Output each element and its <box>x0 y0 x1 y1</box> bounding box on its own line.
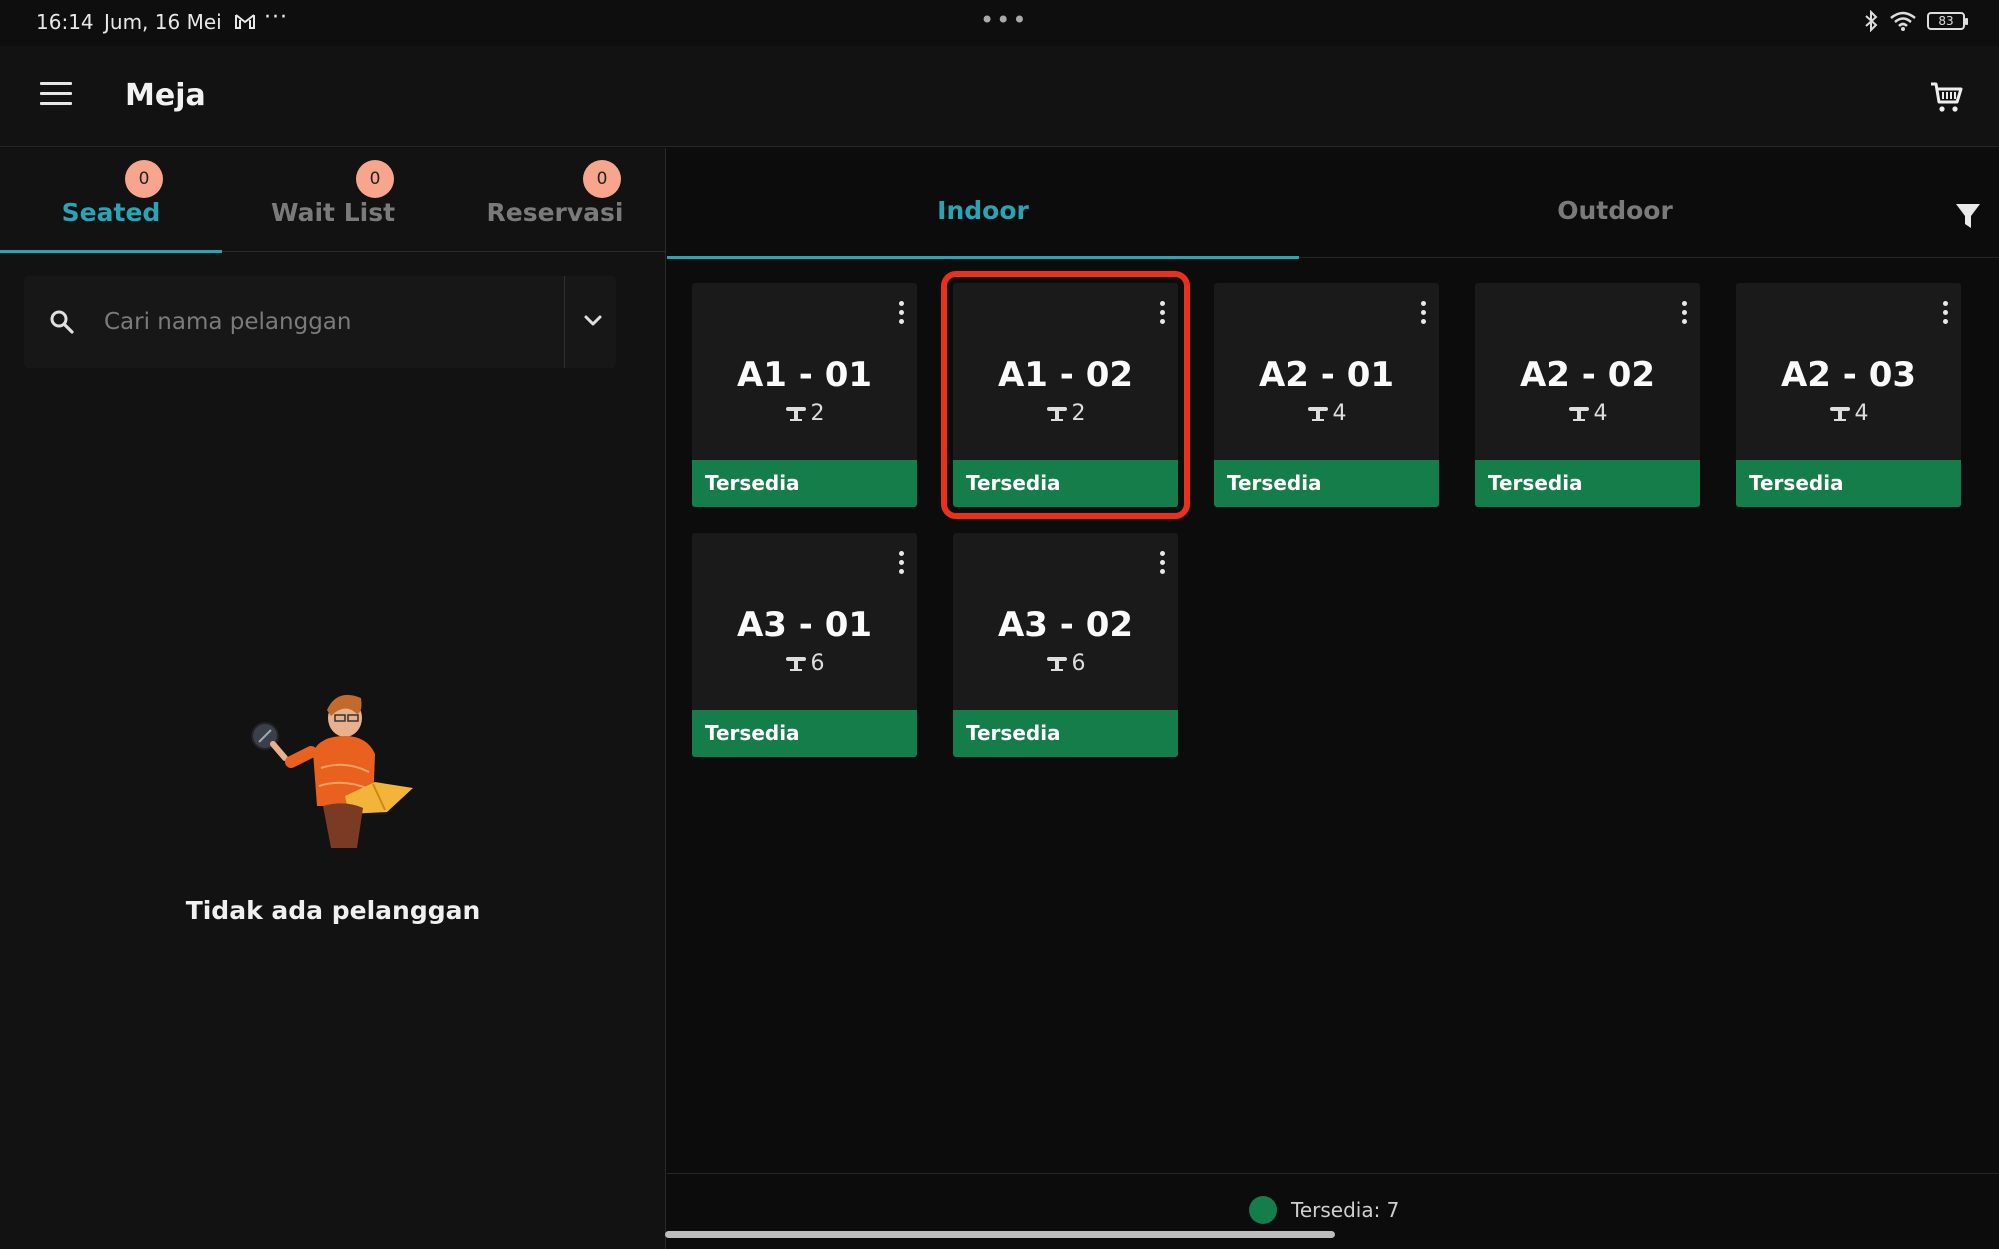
tab-seated[interactable]: 0 Seated <box>0 148 222 253</box>
table-card[interactable]: A2 - 01 4 Tersedia <box>1214 283 1439 507</box>
wait-list-count-badge: 0 <box>356 160 394 198</box>
status-badge: Tersedia <box>1736 460 1961 507</box>
tab-indoor-label: Indoor <box>937 196 1029 225</box>
area-tabs: Indoor Outdoor <box>667 148 1999 259</box>
bluetooth-icon <box>1865 10 1878 32</box>
table-name: A2 - 01 <box>1258 355 1395 395</box>
table-seats: 4 <box>1475 401 1700 426</box>
status-badge: Tersedia <box>692 710 917 757</box>
table-name: A3 - 01 <box>736 605 873 645</box>
table-name: A3 - 02 <box>997 605 1134 645</box>
table-seats: 4 <box>1736 401 1961 426</box>
table-icon <box>1307 406 1328 421</box>
table-name: A2 - 03 <box>1780 355 1917 395</box>
tab-outdoor[interactable]: Outdoor <box>1299 148 1931 258</box>
status-date: Jum, 16 Mei <box>104 10 222 34</box>
status-badge: Tersedia <box>692 460 917 507</box>
status-badge: Tersedia <box>953 710 1178 757</box>
table-icon <box>1568 406 1589 421</box>
more-options-icon[interactable] <box>1158 301 1166 329</box>
tab-seated-label: Seated <box>61 198 161 227</box>
table-name: A1 - 01 <box>736 355 873 395</box>
more-options-icon[interactable] <box>1941 301 1949 329</box>
table-panel: Indoor Outdoor A1 - 01 2 Tersedia A1 - 0… <box>667 148 1999 1249</box>
seated-count-badge: 0 <box>125 160 163 198</box>
hamburger-line <box>40 92 72 95</box>
reservasi-count-badge: 0 <box>583 160 621 198</box>
table-seat-count: 2 <box>810 401 825 426</box>
table-seats: 4 <box>1214 401 1439 426</box>
more-options-icon[interactable] <box>897 551 905 579</box>
gmail-icon <box>235 14 255 29</box>
tab-wait-list-label: Wait List <box>270 198 396 227</box>
more-options-icon[interactable] <box>897 301 905 329</box>
available-legend-text: Tersedia: 7 <box>1291 1198 1400 1222</box>
table-seats: 6 <box>692 651 917 676</box>
status-more-icon: ··· <box>264 5 288 30</box>
table-seats: 2 <box>953 401 1178 426</box>
table-icon <box>1829 406 1850 421</box>
table-icon <box>1046 656 1067 671</box>
status-time: 16:14 <box>36 10 94 34</box>
tab-outdoor-label: Outdoor <box>1557 196 1673 225</box>
status-badge: Tersedia <box>953 460 1178 507</box>
hamburger-line <box>40 102 72 105</box>
menu-button[interactable] <box>40 82 72 106</box>
customer-search <box>24 276 616 368</box>
available-legend-dot <box>1249 1196 1277 1224</box>
table-icon <box>785 406 806 421</box>
search-divider <box>564 276 565 368</box>
search-input[interactable] <box>104 298 564 346</box>
customer-panel: 0 Seated 0 Wait List 0 Reservasi Cari na… <box>0 148 666 1249</box>
table-card[interactable]: A2 - 02 4 Tersedia <box>1475 283 1700 507</box>
status-center-dots: ••• <box>980 6 1029 34</box>
table-name: A1 - 02 <box>997 355 1134 395</box>
table-icon <box>785 656 806 671</box>
table-seat-count: 6 <box>1071 651 1086 676</box>
cart-icon[interactable] <box>1929 80 1965 114</box>
status-bar: 16:14 Jum, 16 Mei ··· ••• 83 <box>0 0 1999 46</box>
table-name: A2 - 02 <box>1519 355 1656 395</box>
table-card[interactable]: A3 - 02 6 Tersedia <box>953 533 1178 757</box>
tab-wait-list[interactable]: 0 Wait List <box>222 148 444 252</box>
hamburger-icon <box>40 82 72 85</box>
status-badge: Tersedia <box>1475 460 1700 507</box>
tab-reservasi[interactable]: 0 Reservasi <box>444 148 666 252</box>
status-badge: Tersedia <box>1214 460 1439 507</box>
tab-reservasi-label: Reservasi <box>486 198 624 227</box>
table-seats: 6 <box>953 651 1178 676</box>
table-seat-count: 4 <box>1332 401 1347 426</box>
more-options-icon[interactable] <box>1158 551 1166 579</box>
customer-tabs: 0 Seated 0 Wait List 0 Reservasi <box>0 148 666 253</box>
app-bar: Meja <box>0 46 1999 147</box>
battery-icon: 83 <box>1927 12 1968 30</box>
table-seat-count: 6 <box>810 651 825 676</box>
table-card[interactable]: A1 - 01 2 Tersedia <box>692 283 917 507</box>
tab-indoor[interactable]: Indoor <box>667 148 1299 259</box>
more-options-icon[interactable] <box>1680 301 1688 329</box>
chevron-down-icon[interactable] <box>578 306 608 336</box>
empty-state-illustration <box>251 694 413 848</box>
page-title: Meja <box>125 78 206 113</box>
table-seat-count: 4 <box>1593 401 1608 426</box>
search-icon <box>50 310 74 334</box>
table-seat-count: 2 <box>1071 401 1086 426</box>
home-indicator[interactable] <box>665 1231 1335 1238</box>
table-seat-count: 4 <box>1854 401 1869 426</box>
filter-icon[interactable] <box>1955 202 1981 230</box>
more-options-icon[interactable] <box>1419 301 1427 329</box>
wifi-icon <box>1890 11 1916 31</box>
table-icon <box>1046 406 1067 421</box>
table-card[interactable]: A2 - 03 4 Tersedia <box>1736 283 1961 507</box>
table-card[interactable]: A3 - 01 6 Tersedia <box>692 533 917 757</box>
empty-state-text: Tidak ada pelanggan <box>185 896 481 925</box>
table-card[interactable]: A1 - 02 2 Tersedia <box>941 271 1190 519</box>
table-seats: 2 <box>692 401 917 426</box>
status-indicators: 83 <box>1863 10 1968 32</box>
